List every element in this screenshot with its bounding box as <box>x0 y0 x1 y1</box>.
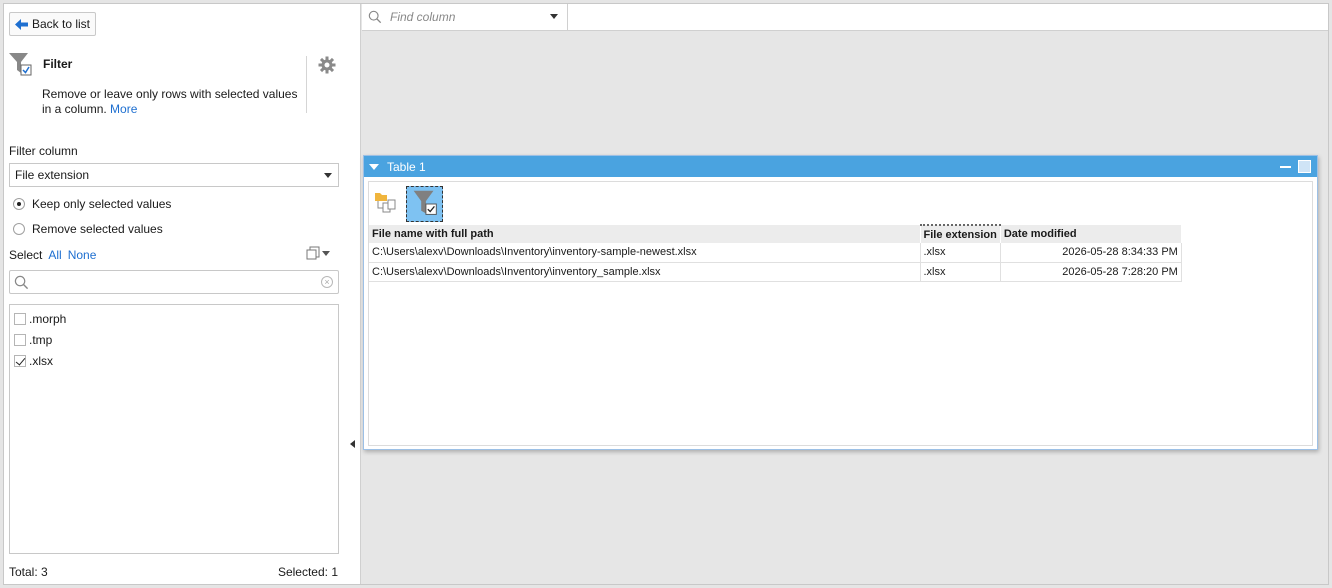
find-column-placeholder: Find column <box>390 10 456 24</box>
table-window-titlebar[interactable]: Table 1 <box>364 156 1317 177</box>
checkbox[interactable] <box>14 333 26 346</box>
value-label: .xlsx <box>29 353 53 368</box>
chevron-down-icon <box>324 172 332 178</box>
collapse-triangle-icon[interactable] <box>369 163 379 170</box>
minimize-icon[interactable] <box>1280 166 1291 168</box>
copy-icon <box>306 246 320 260</box>
filter-icon <box>413 190 437 215</box>
filter-sidebar: Back to list Filter Remove or leave only… <box>4 4 361 584</box>
select-label: Select <box>9 248 43 262</box>
table-header-row: File name with full path File extension … <box>369 224 1182 243</box>
chevron-down-icon[interactable] <box>550 14 558 19</box>
filter-icon <box>9 52 33 78</box>
filter-column-value: File extension <box>15 168 90 182</box>
radio-remove-label: Remove selected values <box>32 222 163 236</box>
table-window: Table 1 File name with full path File ex… <box>363 155 1318 450</box>
table-window-title: Table 1 <box>387 159 426 174</box>
radio-keep-label: Keep only selected values <box>32 197 172 211</box>
gear-icon[interactable] <box>318 56 336 74</box>
column-header-file-path[interactable]: File name with full path <box>369 225 921 243</box>
radio-button-icon <box>13 223 25 235</box>
column-header-file-extension[interactable]: File extension <box>920 224 1001 243</box>
cell-file-extension[interactable]: .xlsx <box>920 262 1001 282</box>
app-window: Back to list Filter Remove or leave only… <box>3 3 1329 585</box>
radio-remove-selected[interactable]: Remove selected values <box>13 222 163 236</box>
list-item[interactable]: .tmp <box>10 329 338 350</box>
cell-date-modified[interactable]: 2026-05-28 7:28:20 PM <box>1000 262 1182 282</box>
find-column-input[interactable]: Find column <box>362 4 568 30</box>
filter-header: Filter <box>9 52 72 78</box>
checkbox[interactable] <box>14 312 26 325</box>
list-item[interactable]: .xlsx <box>10 350 338 371</box>
select-all-link[interactable]: All <box>48 248 61 262</box>
back-to-list-button[interactable]: Back to list <box>9 12 96 36</box>
cell-file-extension[interactable]: .xlsx <box>920 243 1001 263</box>
back-to-list-label: Back to list <box>32 17 91 31</box>
checkbox[interactable] <box>14 354 26 367</box>
maximize-icon[interactable] <box>1298 160 1311 173</box>
copy-values-button[interactable] <box>306 246 330 260</box>
value-label: .morph <box>29 311 67 326</box>
cell-file-path[interactable]: C:\Users\alexv\Downloads\Inventory\inven… <box>369 243 921 263</box>
selected-count: Selected: 1 <box>277 565 338 579</box>
radio-keep-selected[interactable]: Keep only selected values <box>13 197 171 211</box>
cell-file-path[interactable]: C:\Users\alexv\Downloads\Inventory\inven… <box>369 262 921 282</box>
table-content: File name with full path File extension … <box>368 181 1313 446</box>
total-count: Total: 3 <box>9 565 48 579</box>
filter-tool-button[interactable] <box>406 186 443 222</box>
column-header-date-modified[interactable]: Date modified <box>1000 225 1182 243</box>
filter-title: Filter <box>43 57 73 71</box>
table-row[interactable]: C:\Users\alexv\Downloads\Inventory\inven… <box>369 243 1182 263</box>
data-table: File name with full path File extension … <box>369 224 1182 282</box>
folder-files-tool-button[interactable] <box>374 189 398 215</box>
select-none-link[interactable]: None <box>68 248 97 262</box>
find-column-bar: Find column <box>362 4 1328 31</box>
search-icon <box>14 275 29 290</box>
search-icon <box>368 10 382 24</box>
collapse-sidebar-icon[interactable] <box>350 440 355 448</box>
chevron-down-icon <box>322 250 330 256</box>
values-search-input[interactable]: × <box>9 270 339 294</box>
filter-column-select[interactable]: File extension <box>9 163 339 187</box>
list-item[interactable]: .morph <box>10 308 338 329</box>
radio-button-icon <box>13 198 25 210</box>
values-list: .morph .tmp .xlsx <box>9 304 339 554</box>
filter-description-text: Remove or leave only rows with selected … <box>42 87 298 116</box>
folder-icon <box>375 193 396 213</box>
filter-description: Remove or leave only rows with selected … <box>42 87 302 117</box>
arrow-left-icon <box>15 18 28 30</box>
filter-column-label: Filter column <box>9 144 78 158</box>
clear-search-icon[interactable]: × <box>321 276 333 288</box>
value-label: .tmp <box>29 332 53 347</box>
more-link[interactable]: More <box>110 102 137 116</box>
cell-date-modified[interactable]: 2026-05-28 8:34:33 PM <box>1000 243 1182 263</box>
select-controls: Select All None <box>9 248 96 262</box>
table-row[interactable]: C:\Users\alexv\Downloads\Inventory\inven… <box>369 262 1182 282</box>
header-divider <box>306 56 307 113</box>
